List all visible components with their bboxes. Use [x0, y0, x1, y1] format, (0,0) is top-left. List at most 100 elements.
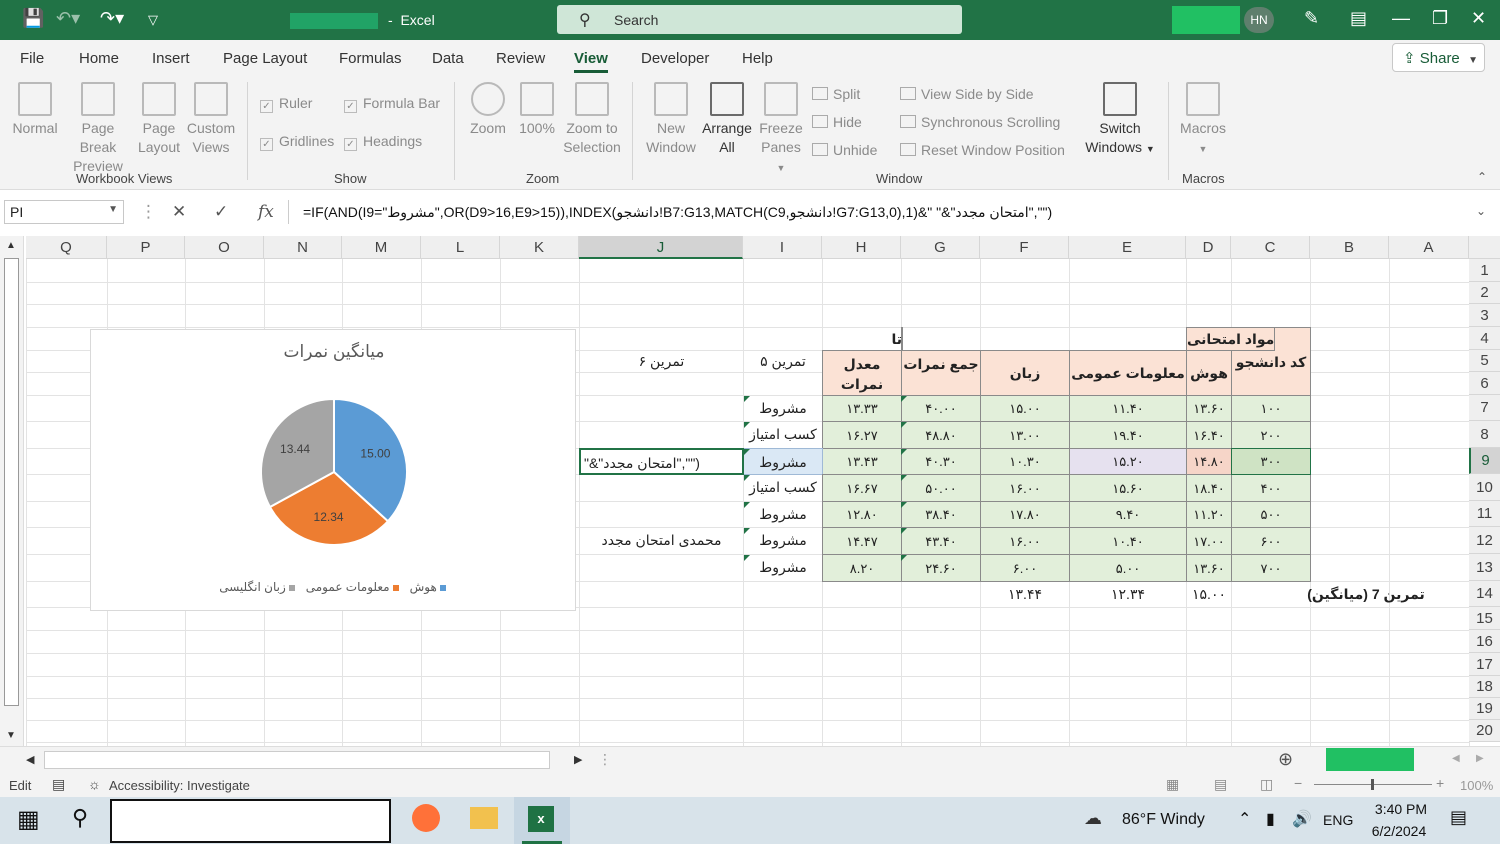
- cell-score-sum[interactable]: ۴۳.۴۰: [901, 527, 981, 555]
- unhide-button[interactable]: Unhide: [812, 142, 877, 158]
- undo-icon[interactable]: ↶▾: [56, 8, 80, 29]
- cell-general-knowledge[interactable]: ۱۹.۴۰: [1069, 421, 1187, 449]
- column-header-o[interactable]: O: [185, 236, 264, 259]
- language-indicator[interactable]: ENG: [1323, 812, 1353, 828]
- row-header-11[interactable]: 11: [1469, 501, 1500, 527]
- row-header-4[interactable]: 4: [1469, 327, 1500, 350]
- clock-time[interactable]: 3:40 PM: [1370, 801, 1432, 817]
- battery-icon[interactable]: ▮: [1266, 809, 1275, 829]
- reset-window-position-button[interactable]: Reset Window Position: [900, 142, 1065, 158]
- zoom-100-button[interactable]: 100%: [516, 82, 558, 138]
- cell-score-average[interactable]: ۱۲.۸۰: [822, 501, 902, 528]
- zoom-button[interactable]: Zoom: [466, 82, 510, 138]
- cancel-icon[interactable]: ✕: [172, 202, 186, 222]
- formula-input[interactable]: =IF(AND(I9="مشروط",OR(D9>16,E9>15)),INDE…: [303, 204, 1052, 221]
- name-box[interactable]: PI ▼: [4, 200, 124, 224]
- cell-score-sum[interactable]: ۴۸.۸۰: [901, 421, 981, 449]
- page-layout-view-button[interactable]: Page Layout: [136, 82, 182, 157]
- zoom-slider-thumb[interactable]: [1371, 779, 1374, 790]
- cell-status[interactable]: مشروط: [743, 395, 823, 422]
- firefox-icon[interactable]: [412, 804, 440, 832]
- tab-insert[interactable]: Insert: [152, 50, 190, 67]
- cell-student-code[interactable]: ۶۰۰: [1231, 527, 1311, 555]
- cell-score-sum[interactable]: ۴۰.۰۰: [901, 395, 981, 422]
- new-window-button[interactable]: New Window: [644, 82, 698, 157]
- macros-button[interactable]: Macros ▼: [1178, 82, 1228, 159]
- tab-review[interactable]: Review: [496, 50, 545, 67]
- column-header-f[interactable]: F: [980, 236, 1069, 259]
- vertical-scrollbar[interactable]: ▲ ▼: [0, 236, 24, 746]
- average-iq[interactable]: ۱۵.۰۰: [1186, 581, 1232, 608]
- cell-score-average[interactable]: ۱۶.۲۷: [822, 421, 902, 449]
- tab-view[interactable]: View: [574, 50, 608, 73]
- tab-home[interactable]: Home: [79, 50, 119, 67]
- cell-student-code[interactable]: ۲۰۰: [1231, 421, 1311, 449]
- cell-student-code[interactable]: ۷۰۰: [1231, 554, 1311, 582]
- row-header-19[interactable]: 19: [1469, 698, 1500, 720]
- column-header-q[interactable]: Q: [26, 236, 107, 259]
- page-break-icon[interactable]: ◫: [1260, 776, 1273, 793]
- scroll-up-icon[interactable]: ▲: [6, 240, 16, 251]
- column-header-d[interactable]: D: [1186, 236, 1231, 259]
- cell-status[interactable]: مشروط: [743, 527, 823, 555]
- cell-status[interactable]: مشروط: [743, 501, 823, 528]
- view-side-by-side-button[interactable]: View Side by Side: [900, 86, 1034, 102]
- cell-general-knowledge[interactable]: ۱۱.۴۰: [1069, 395, 1187, 422]
- cell-status[interactable]: کسب امتیاز: [743, 421, 823, 449]
- column-header-l[interactable]: L: [421, 236, 500, 259]
- column-header-k[interactable]: K: [500, 236, 579, 259]
- row-header-8[interactable]: 8: [1469, 421, 1500, 448]
- collapse-ribbon-icon[interactable]: ⌃: [1477, 170, 1487, 184]
- search-box[interactable]: ⚲ Search: [557, 5, 962, 34]
- speaker-icon[interactable]: 🔊: [1292, 809, 1312, 829]
- cell-student-code[interactable]: ۳۰۰: [1231, 448, 1311, 475]
- average-english[interactable]: ۱۳.۴۴: [980, 581, 1070, 608]
- column-header-i[interactable]: I: [743, 236, 822, 259]
- zoom-to-selection-button[interactable]: Zoom to Selection: [562, 82, 622, 157]
- row-header-18[interactable]: 18: [1469, 676, 1500, 698]
- cell-status[interactable]: مشروط: [743, 554, 823, 582]
- cell-english[interactable]: ۱۰.۳۰: [980, 448, 1070, 475]
- column-header-j[interactable]: J: [579, 236, 743, 259]
- row-header-1[interactable]: 1: [1469, 259, 1500, 282]
- cell-english[interactable]: ۱۳.۰۰: [980, 421, 1070, 449]
- headings-checkbox[interactable]: ✓ Headings: [344, 133, 422, 151]
- scroll-left-icon[interactable]: ◀: [26, 753, 34, 766]
- arrange-all-button[interactable]: Arrange All: [700, 82, 754, 157]
- cell-english[interactable]: ۶.۰۰: [980, 554, 1070, 582]
- accessibility-status[interactable]: Accessibility: Investigate: [109, 778, 250, 793]
- scroll-thumb[interactable]: [4, 258, 19, 706]
- row-header-14[interactable]: 14: [1469, 581, 1500, 607]
- row-header-7[interactable]: 7: [1469, 395, 1500, 421]
- cell-english[interactable]: ۱۷.۸۰: [980, 501, 1070, 528]
- row-header-12[interactable]: 12: [1469, 527, 1500, 554]
- freeze-panes-button[interactable]: Freeze Panes ▼: [756, 82, 806, 178]
- normal-view-button[interactable]: Normal: [10, 82, 60, 138]
- cell-iq[interactable]: ۱۶.۴۰: [1186, 421, 1232, 449]
- tray-chevron-icon[interactable]: ⌃: [1238, 809, 1251, 829]
- row-header-9[interactable]: 9: [1469, 448, 1500, 474]
- cell-score-average[interactable]: ۸.۲۰: [822, 554, 902, 582]
- ruler-checkbox[interactable]: ✓ Ruler: [260, 95, 312, 113]
- cell-score-average[interactable]: ۱۳.۴۳: [822, 448, 902, 475]
- account-badge[interactable]: [1172, 6, 1240, 34]
- sheet-tab-active[interactable]: [1326, 748, 1414, 771]
- cell-general-knowledge[interactable]: ۱۵.۲۰: [1069, 448, 1187, 475]
- tab-data[interactable]: Data: [432, 50, 464, 67]
- scroll-down-icon[interactable]: ▼: [6, 730, 16, 741]
- ribbon-display-icon[interactable]: ▤: [1350, 8, 1367, 29]
- pen-icon[interactable]: ✎: [1304, 8, 1319, 29]
- synchronous-scrolling-button[interactable]: Synchronous Scrolling: [900, 114, 1060, 130]
- column-header-h[interactable]: H: [822, 236, 901, 259]
- row-header-6[interactable]: 6: [1469, 372, 1500, 395]
- cell-student-code[interactable]: ۱۰۰: [1231, 395, 1311, 422]
- cell-student-code[interactable]: ۴۰۰: [1231, 474, 1311, 502]
- cell-exercise-6[interactable]: محمدی امتحان مجدد: [579, 527, 744, 555]
- macro-record-icon[interactable]: ▤: [52, 776, 65, 793]
- tab-formulas[interactable]: Formulas: [339, 50, 402, 67]
- file-explorer-icon[interactable]: [470, 807, 498, 829]
- cell-score-average[interactable]: ۱۴.۴۷: [822, 527, 902, 555]
- tab-help[interactable]: Help: [742, 50, 773, 67]
- gridlines-checkbox[interactable]: ✓ Gridlines: [260, 133, 334, 151]
- row-header-10[interactable]: 10: [1469, 474, 1500, 501]
